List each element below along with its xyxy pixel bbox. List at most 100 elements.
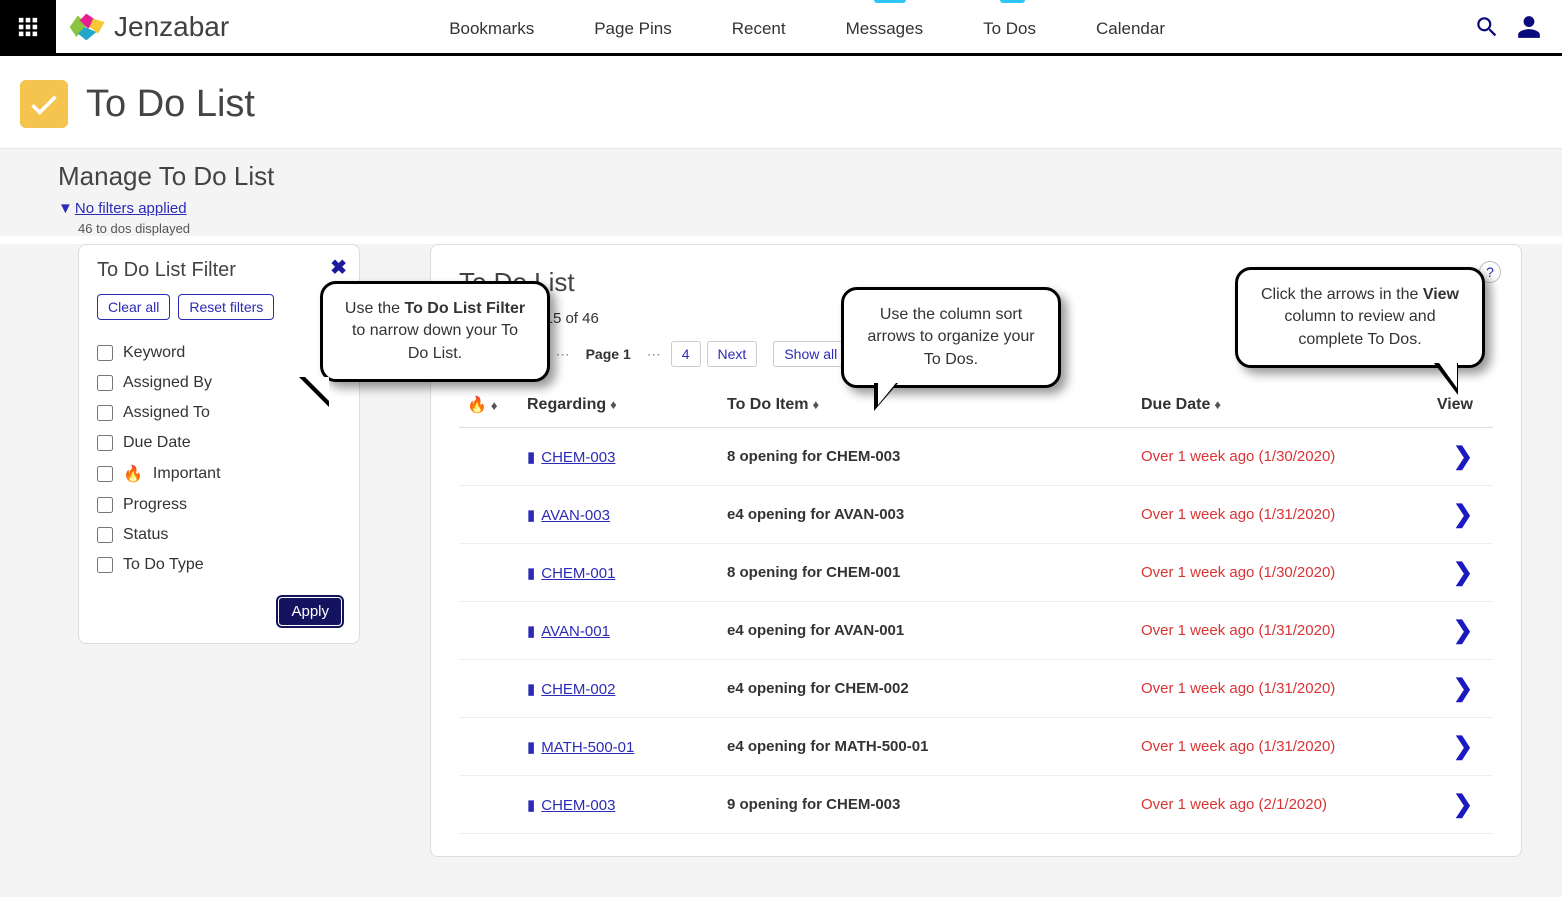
no-filters-link[interactable]: No filters applied xyxy=(75,200,187,217)
logo-text: Jenzabar xyxy=(114,11,229,43)
show-all-button[interactable]: Show all xyxy=(773,341,848,367)
pager-dots-2: ⋯ xyxy=(643,346,665,363)
nav-calendar[interactable]: Calendar xyxy=(1096,19,1165,55)
table-row: ▮AVAN-001e4 opening for AVAN-001Over 1 w… xyxy=(459,602,1493,660)
regarding-link[interactable]: CHEM-003 xyxy=(541,797,615,814)
filter-list: Keyword Assigned By Assigned To Due Date… xyxy=(97,338,341,580)
regarding-link[interactable]: AVAN-001 xyxy=(541,623,610,640)
view-arrow-icon[interactable]: ❯ xyxy=(1413,660,1493,718)
subhead: Manage To Do List xyxy=(0,161,1562,200)
todo-icon xyxy=(20,80,68,128)
clear-all-button[interactable]: Clear all xyxy=(97,294,170,320)
book-icon: ▮ xyxy=(527,681,535,698)
callout-view: Click the arrows in the View column to r… xyxy=(1235,267,1485,368)
todo-item-text: e4 opening for AVAN-001 xyxy=(719,602,1133,660)
main-panel: ? To Do List Viewing 1 to 15 of 46 Prev … xyxy=(430,244,1522,857)
regarding-link[interactable]: CHEM-002 xyxy=(541,681,615,698)
chk-due-date[interactable] xyxy=(97,435,113,451)
content-row: ✖ To Do List Filter Clear all Reset filt… xyxy=(0,244,1562,897)
grid-icon xyxy=(17,16,39,38)
nav-messages[interactable]: 156Messages xyxy=(846,19,923,55)
close-filter-icon[interactable]: ✖ xyxy=(330,255,347,280)
due-date-text: Over 1 week ago (1/31/2020) xyxy=(1133,486,1413,544)
search-icon[interactable] xyxy=(1474,14,1500,40)
chk-assigned-to[interactable] xyxy=(97,405,113,421)
todo-item-text: 8 opening for CHEM-001 xyxy=(719,544,1133,602)
filter-status: ▼No filters applied xyxy=(0,200,1562,217)
view-arrow-icon[interactable]: ❯ xyxy=(1413,428,1493,486)
table-row: ▮CHEM-002e4 opening for CHEM-002Over 1 w… xyxy=(459,660,1493,718)
logo-icon xyxy=(68,7,108,47)
page-header: To Do List xyxy=(0,56,1562,148)
book-icon: ▮ xyxy=(527,507,535,524)
view-arrow-icon[interactable]: ❯ xyxy=(1413,544,1493,602)
view-arrow-icon[interactable]: ❯ xyxy=(1413,718,1493,776)
col-due-date[interactable]: Due Date♦ xyxy=(1133,385,1413,428)
sort-icon[interactable]: ♦ xyxy=(1214,397,1221,412)
pager-next[interactable]: Next xyxy=(707,341,758,367)
book-icon: ▮ xyxy=(527,739,535,756)
regarding-link[interactable]: CHEM-001 xyxy=(541,565,615,582)
lbl-todo-type: To Do Type xyxy=(123,556,204,574)
nav-recent[interactable]: Recent xyxy=(732,19,786,55)
lbl-important: Important xyxy=(153,465,221,483)
lbl-keyword: Keyword xyxy=(123,344,185,362)
view-arrow-icon[interactable]: ❯ xyxy=(1413,486,1493,544)
chk-todo-type[interactable] xyxy=(97,557,113,573)
chk-status[interactable] xyxy=(97,527,113,543)
sort-icon[interactable]: ♦ xyxy=(491,398,498,413)
regarding-link[interactable]: CHEM-003 xyxy=(541,449,615,466)
regarding-link[interactable]: AVAN-003 xyxy=(541,507,610,524)
table-row: ▮ AVAN-003 e4 opening for AVAN-003Over 1 w… xyxy=(459,486,1493,544)
col-regarding[interactable]: Regarding♦ xyxy=(519,385,719,428)
chk-important[interactable] xyxy=(97,466,113,482)
lbl-assigned-by: Assigned By xyxy=(123,374,212,392)
col-todo-item[interactable]: To Do Item♦ xyxy=(719,385,1133,428)
lbl-progress: Progress xyxy=(123,496,187,514)
pager-4[interactable]: 4 xyxy=(671,341,701,367)
todo-item-text: 8 opening for CHEM-003 xyxy=(719,428,1133,486)
due-date-text: Over 1 week ago (1/31/2020) xyxy=(1133,660,1413,718)
sort-icon[interactable]: ♦ xyxy=(610,397,617,412)
displayed-count: 46 to dos displayed xyxy=(0,221,1562,236)
pager-dots-1: ⋯ xyxy=(552,346,574,363)
filter-panel: ✖ To Do List Filter Clear all Reset filt… xyxy=(78,244,360,644)
logo[interactable]: Jenzabar xyxy=(68,7,229,47)
table-row: ▮ CHEM-001 8 opening for CHEM-001Over 1 we… xyxy=(459,544,1493,602)
badge-messages: 156 xyxy=(874,0,906,3)
col-important-icon[interactable]: 🔥 xyxy=(467,397,487,414)
chk-keyword[interactable] xyxy=(97,345,113,361)
user-icon[interactable] xyxy=(1516,14,1542,40)
todo-item-text: e4 opening for MATH-500-01 xyxy=(719,718,1133,776)
lbl-status: Status xyxy=(123,526,168,544)
table-row: ▮CHEM-0039 opening for CHEM-003Over 1 we… xyxy=(459,776,1493,834)
due-date-text: Over 1 week ago (2/1/2020) xyxy=(1133,776,1413,834)
nav-links: Bookmarks Page Pins Recent 156Messages 4… xyxy=(449,0,1165,55)
table-row: ▮MATH-500-01e4 opening for MATH-500-01Ov… xyxy=(459,718,1493,776)
nav-right xyxy=(1474,14,1542,40)
todo-item-text: e4 opening for AVAN-003 xyxy=(719,486,1133,544)
filter-heading: To Do List Filter xyxy=(97,259,341,282)
nav-bookmarks[interactable]: Bookmarks xyxy=(449,19,534,55)
page-title: To Do List xyxy=(86,83,255,126)
view-arrow-icon[interactable]: ❯ xyxy=(1413,776,1493,834)
reset-filters-button[interactable]: Reset filters xyxy=(178,294,274,320)
view-arrow-icon[interactable]: ❯ xyxy=(1413,602,1493,660)
lbl-assigned-to: Assigned To xyxy=(123,404,210,422)
top-nav: Jenzabar Bookmarks Page Pins Recent 156M… xyxy=(0,0,1562,56)
todo-table: 🔥♦ Regarding♦ To Do Item♦ Due Date♦ View… xyxy=(459,385,1493,834)
pager-current: Page 1 xyxy=(580,346,637,362)
todo-item-text: 9 opening for CHEM-003 xyxy=(719,776,1133,834)
book-icon: ▮ xyxy=(527,565,535,582)
nav-todos[interactable]: 42To Dos xyxy=(983,19,1036,55)
apps-button[interactable] xyxy=(0,0,56,55)
book-icon: ▮ xyxy=(527,449,535,466)
sort-icon[interactable]: ♦ xyxy=(812,397,819,412)
nav-page-pins[interactable]: Page Pins xyxy=(594,19,672,55)
apply-button[interactable]: Apply xyxy=(279,598,341,625)
regarding-link[interactable]: MATH-500-01 xyxy=(541,739,634,756)
due-date-text: Over 1 week ago (1/30/2020) xyxy=(1133,544,1413,602)
chk-assigned-by[interactable] xyxy=(97,375,113,391)
chk-progress[interactable] xyxy=(97,497,113,513)
badge-todos: 42 xyxy=(1000,0,1025,3)
